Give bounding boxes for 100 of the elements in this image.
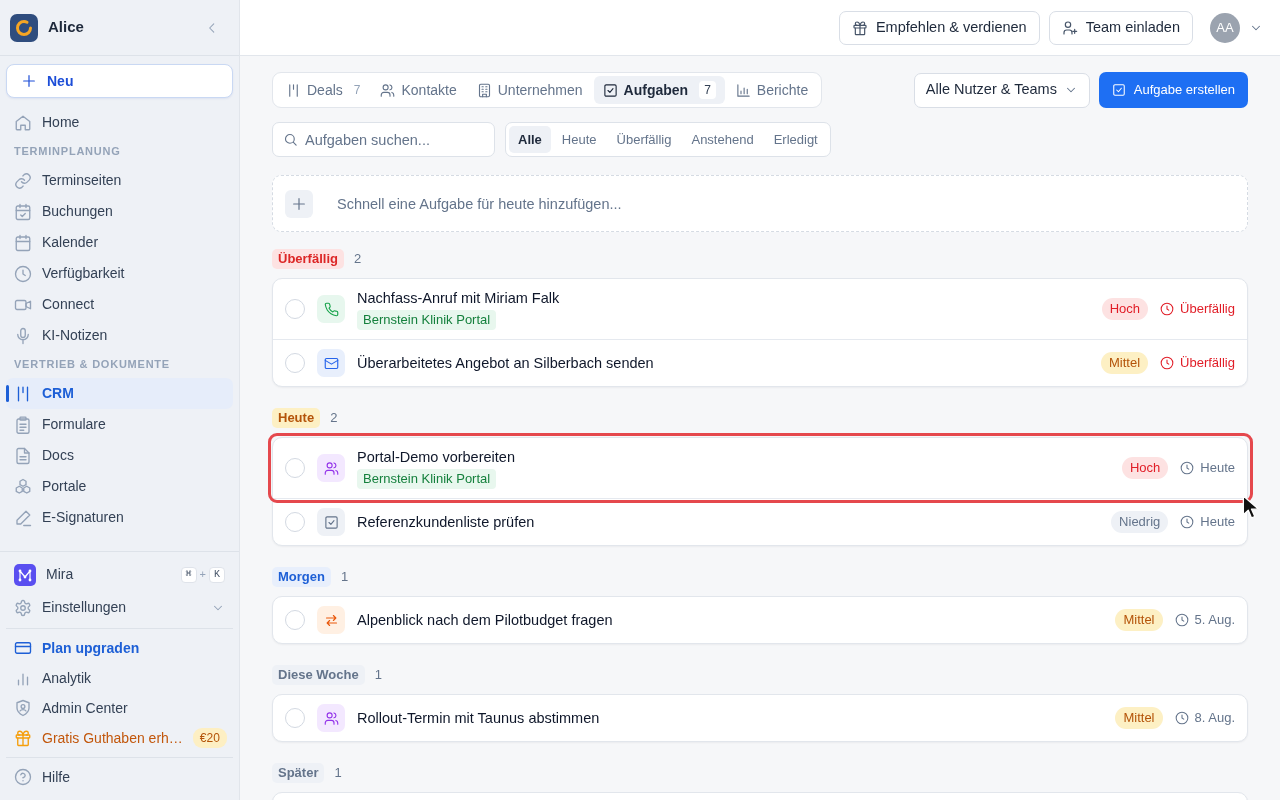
key-separator: +	[199, 567, 206, 583]
bar-chart-icon	[735, 82, 751, 98]
sidebar-item[interactable]: Kalender	[6, 227, 233, 258]
shortcut-key: K	[209, 566, 225, 583]
sidebar-item[interactable]: Home	[6, 107, 233, 138]
group-label: Morgen	[272, 567, 331, 587]
group-label: Später	[272, 763, 325, 783]
task-title[interactable]: Referenzkundenliste prüfen	[357, 512, 535, 532]
link-icon	[14, 171, 32, 190]
sidebar-item[interactable]: Formulare	[6, 409, 233, 440]
filter-tab[interactable]: Heute	[552, 126, 606, 153]
task-title[interactable]: Rollout-Termin mit Taunus abstimmen	[357, 708, 600, 728]
tab[interactable]: Unternehmen	[467, 76, 592, 104]
shield-user-icon	[14, 699, 32, 717]
clock-icon	[1160, 356, 1175, 370]
group-count: 1	[334, 765, 342, 781]
priority-badge: Mittel	[1101, 352, 1149, 374]
quick-add-field[interactable]: Schnell eine Aufgabe für heute hinzufügen...	[272, 175, 1248, 232]
client-tag[interactable]: Bernstein Klinik Portal	[357, 310, 497, 330]
credit-card-icon	[14, 639, 32, 657]
task-checkbox[interactable]	[285, 708, 305, 728]
sidebar-item[interactable]: Portale	[6, 471, 233, 502]
clock-icon	[1180, 515, 1195, 529]
sidebar-item[interactable]: Einstellungen	[6, 591, 233, 624]
tab[interactable]: Aufgaben 7	[593, 76, 725, 104]
task-checkbox[interactable]	[285, 610, 305, 630]
sidebar-item[interactable]: CRM	[6, 378, 233, 409]
search-icon	[283, 132, 298, 147]
clock-icon	[1180, 461, 1195, 475]
sidebar-item[interactable]: Analytik	[6, 663, 233, 693]
phone-icon	[317, 295, 345, 323]
sidebar-item[interactable]: Gratis Guthaben erh… €20	[6, 723, 233, 753]
shortcut-key: ⌘	[180, 566, 197, 583]
sidebar-item[interactable]: Docs	[6, 440, 233, 471]
group-count: 2	[353, 251, 362, 267]
tab[interactable]: Deals 7	[277, 76, 370, 104]
sidebar-item[interactable]: Admin Center	[6, 693, 233, 723]
priority-badge: Mittel	[1115, 707, 1163, 729]
user-filter-dropdown[interactable]: Alle Nutzer & Teams	[913, 72, 1090, 108]
task-checkbox[interactable]	[285, 512, 305, 532]
tab[interactable]: Berichte	[726, 76, 818, 104]
task-title[interactable]: Alpenblick nach dem Pilotbudget fragen	[357, 610, 613, 630]
clock-icon	[1174, 711, 1189, 725]
document-icon	[14, 446, 32, 465]
filter-tab[interactable]: Erledigt	[764, 126, 827, 153]
clock-icon	[1174, 613, 1189, 627]
client-tag[interactable]: Bernstein Klinik Portal	[357, 469, 497, 489]
tab[interactable]: Kontakte	[371, 76, 466, 104]
priority-badge: Mittel	[1115, 609, 1163, 631]
new-button[interactable]: Neu	[6, 64, 233, 98]
referral-button[interactable]: Empfehlen & verdienen	[838, 10, 1040, 45]
credit-badge: €20	[192, 728, 227, 748]
group-count: 1	[340, 569, 349, 585]
create-task-button[interactable]: Aufgabe erstellen	[1098, 72, 1248, 108]
mail-icon	[317, 349, 345, 377]
check-square-icon	[317, 508, 345, 536]
settings-icon	[14, 598, 32, 617]
task-checkbox[interactable]	[285, 353, 305, 373]
logo-icon	[10, 13, 38, 42]
filter-tab[interactable]: Überfällig	[607, 126, 681, 153]
sidebar-item[interactable]: KI-Notizen	[6, 320, 233, 351]
sidebar-item[interactable]: Verfügbarkeit	[6, 258, 233, 289]
priority-badge: Hoch	[1121, 457, 1169, 479]
due-date: Heute	[1200, 513, 1235, 532]
search-field[interactable]: Aufgaben suchen...	[272, 122, 495, 157]
invite-button[interactable]: Team einladen	[1048, 10, 1193, 45]
due-date: Überfällig	[1180, 354, 1235, 373]
group-count: 2	[330, 410, 338, 426]
sidebar-item[interactable]: Terminseiten	[6, 165, 233, 196]
tab-count: 7	[353, 82, 361, 99]
group-label: Heute	[272, 408, 321, 428]
section-heading: VERTRIEB & DOKUMENTE	[13, 357, 171, 373]
clock-icon	[14, 264, 32, 283]
plus-icon[interactable]	[285, 189, 313, 218]
task-title[interactable]: Nachfass-Anruf mit Miriam Falk	[357, 288, 560, 308]
sidebar-item[interactable]: Buchungen	[6, 196, 233, 227]
sidebar-item[interactable]: Hilfe	[6, 762, 233, 792]
task-checkbox[interactable]	[285, 458, 305, 478]
users-icon	[317, 704, 345, 732]
due-date: Überfällig	[1180, 300, 1235, 319]
sidebar-item[interactable]: E-Signaturen	[6, 502, 233, 533]
task-checkbox[interactable]	[285, 299, 305, 319]
clock-icon	[1160, 302, 1175, 316]
pen-icon	[14, 508, 32, 527]
group-label: Überfällig	[272, 249, 344, 269]
filter-tab[interactable]: Alle	[509, 126, 551, 153]
task-title[interactable]: Überarbeitetes Angebot an Silberbach senden	[357, 353, 654, 373]
plus-icon	[21, 73, 37, 89]
sidebar-item[interactable]: Plan upgraden	[6, 633, 233, 663]
network-logo-icon	[14, 563, 36, 586]
calendar-icon	[14, 233, 32, 252]
task-title[interactable]: Portal-Demo vorbereiten	[357, 447, 515, 467]
sidebar-item[interactable]: Mira ⌘ + K	[6, 558, 233, 591]
quick-add-input[interactable]: Schnell eine Aufgabe für heute hinzufügen...	[337, 192, 1235, 215]
users-icon	[380, 82, 396, 98]
filter-tab[interactable]: Anstehend	[682, 126, 763, 153]
gift-icon	[851, 19, 868, 36]
users-icon	[317, 454, 345, 482]
clipboard-icon	[14, 415, 32, 434]
sidebar-item[interactable]: Connect	[6, 289, 233, 320]
